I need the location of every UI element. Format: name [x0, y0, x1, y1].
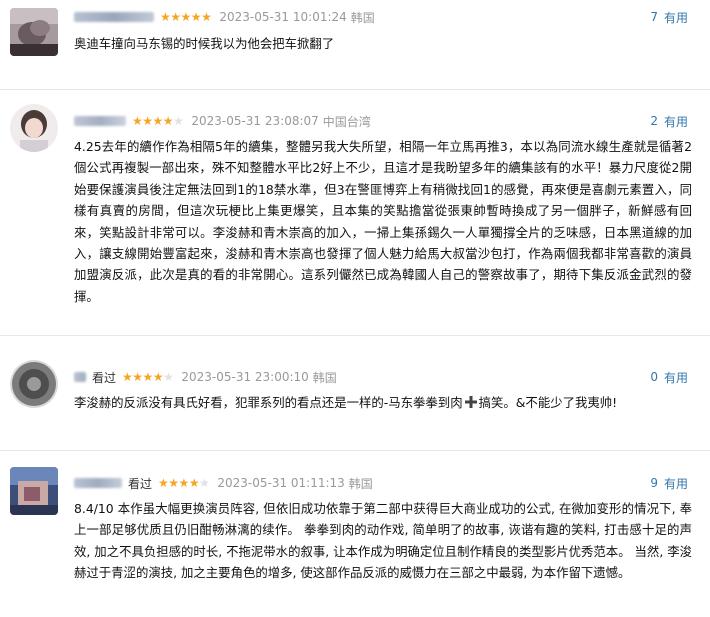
username[interactable]	[74, 478, 122, 488]
rating-stars: ★ ★ ★ ★ ★	[132, 114, 184, 128]
review-date: 2023-05-31 10:01:24	[219, 10, 347, 24]
username[interactable]	[74, 116, 126, 126]
useful-vote[interactable]: 2 有用	[650, 113, 688, 129]
star-icon: ★	[188, 476, 200, 490]
review-date: 2023-05-31 01:11:13	[217, 476, 345, 490]
review-date: 2023-05-31 23:00:10	[181, 370, 309, 384]
avatar[interactable]	[10, 8, 58, 56]
review-region: 韩国	[312, 370, 337, 385]
review-content: 8.4/10 本作虽大幅更换演员阵容, 但依旧成功依靠于第二部中获得巨大商业成功…	[74, 501, 692, 581]
review-content-part: 李浚赫的反派没有具氏好看，犯罪系列的看点还是一样的-马东拳拳到肉	[74, 395, 463, 410]
useful-label[interactable]: 有用	[664, 475, 688, 492]
useful-count: 9	[650, 476, 658, 490]
star-icon: ★	[158, 476, 169, 490]
star-icon: ★	[162, 114, 174, 128]
review-meta: 看过 ★ ★ ★ ★ ★ 2023-05-31 23:00:10 韩国	[74, 369, 337, 385]
rating-stars: ★ ★ ★ ★ ★	[122, 370, 174, 384]
rating-stars: ★ ★ ★ ★ ★	[158, 476, 210, 490]
star-icon: ★	[142, 114, 153, 128]
avatar[interactable]	[10, 104, 58, 152]
useful-vote[interactable]: 9 有用	[650, 475, 688, 491]
cross-icon	[464, 396, 477, 408]
useful-count: 0	[650, 370, 658, 384]
review-content-part: 搞笑。&不能少了我夷帅!	[478, 395, 618, 410]
star-icon: ★	[178, 476, 190, 490]
useful-label[interactable]: 有用	[664, 369, 688, 386]
useful-vote[interactable]: 7 有用	[650, 9, 688, 25]
star-icon: ★	[132, 370, 143, 384]
star-icon: ★	[173, 114, 184, 128]
star-icon: ★	[152, 114, 164, 128]
star-icon: ★	[122, 370, 133, 384]
star-icon: ★	[132, 114, 143, 128]
star-icon: ★	[180, 10, 192, 24]
avatar[interactable]	[10, 360, 58, 408]
username[interactable]	[74, 12, 154, 22]
divider	[0, 450, 710, 451]
divider	[0, 335, 710, 336]
star-icon: ★	[199, 476, 210, 490]
review-meta: 看过 ★ ★ ★ ★ ★ 2023-05-31 01:11:13 韩国	[74, 475, 373, 491]
review-region: 韩国	[350, 10, 375, 25]
star-icon: ★	[160, 10, 171, 24]
review-meta: ★ ★ ★ ★ ★ 2023-05-31 10:01:24 韩国	[74, 9, 375, 25]
review-meta: ★ ★ ★ ★ ★ 2023-05-31 23:08:07 中国台湾	[74, 113, 371, 129]
star-icon: ★	[168, 476, 179, 490]
rating-stars: ★ ★ ★ ★ ★	[160, 10, 212, 24]
star-icon: ★	[152, 370, 164, 384]
star-icon: ★	[190, 10, 202, 24]
useful-count: 2	[650, 114, 658, 128]
useful-label[interactable]: 有用	[664, 113, 688, 130]
review-content: 4.25去年的續作作為相隔5年的續集，整體另我大失所望，相隔一年立馬再推3，本以…	[74, 139, 692, 304]
review-region: 韩国	[348, 476, 373, 491]
review-content: 奥迪车撞向马东锡的时候我以为他会把车掀翻了	[74, 36, 335, 51]
star-icon: ★	[163, 370, 174, 384]
username[interactable]	[74, 372, 86, 382]
divider	[0, 89, 710, 90]
watched-label: 看过	[128, 476, 153, 491]
review-region: 中国台湾	[322, 114, 371, 129]
avatar[interactable]	[10, 467, 58, 515]
useful-label[interactable]: 有用	[664, 9, 688, 26]
useful-count: 7	[650, 10, 658, 24]
star-icon: ★	[142, 370, 154, 384]
review-date: 2023-05-31 23:08:07	[191, 114, 319, 128]
star-icon: ★	[170, 10, 181, 24]
watched-label: 看过	[92, 370, 117, 385]
review-content: 李浚赫的反派没有具氏好看，犯罪系列的看点还是一样的-马东拳拳到肉 搞笑。&不能少了…	[74, 392, 692, 413]
useful-vote[interactable]: 0 有用	[650, 369, 688, 385]
star-icon: ★	[201, 10, 212, 24]
